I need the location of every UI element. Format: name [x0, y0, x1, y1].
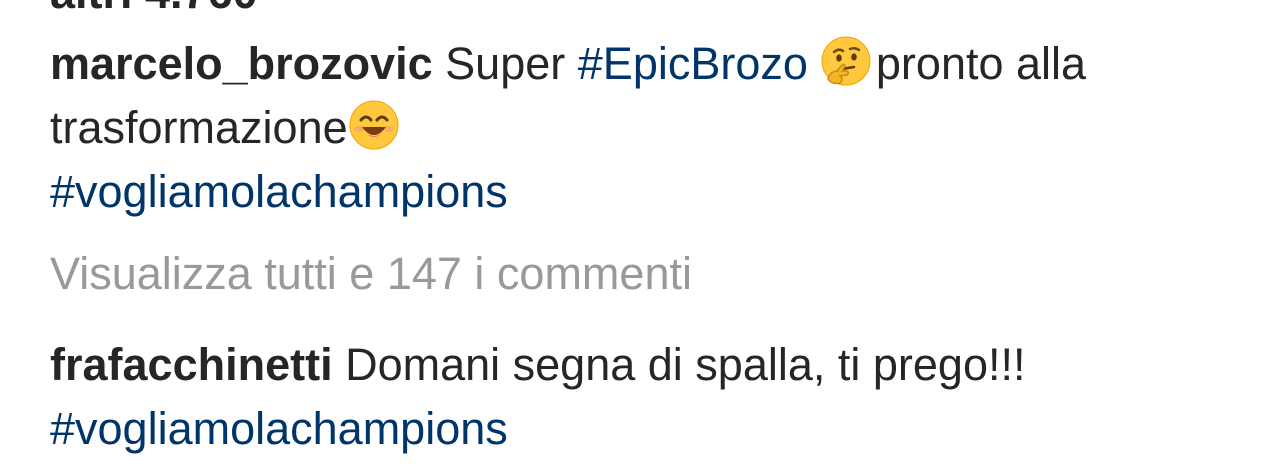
caption-text-before: Super	[445, 38, 566, 89]
caption-hashtag-epicbrozo[interactable]: #EpicBrozo	[578, 38, 808, 89]
comment-username[interactable]: frafacchinetti	[50, 339, 333, 390]
thinking-face-icon	[820, 35, 872, 87]
caption-username[interactable]: marcelo_brozovic	[50, 38, 433, 89]
view-all-comments-link[interactable]: Visualizza tutti e 147 i commenti	[50, 244, 692, 304]
comment-text: Domani segna di spalla, ti prego!!!	[345, 339, 1026, 390]
comment-item: frafacchinetti Domani segna di spalla, t…	[50, 333, 1230, 461]
smiling-face-icon	[348, 99, 400, 151]
caption-hashtag-vogliamolachampions[interactable]: #vogliamolachampions	[50, 166, 508, 217]
likes-count-partial[interactable]: altri 4.760	[50, 0, 258, 16]
post-caption: marcelo_brozovic Super #EpicBrozo pronto…	[50, 32, 1230, 224]
comment-hashtag-vogliamolachampions[interactable]: #vogliamolachampions	[50, 403, 508, 454]
